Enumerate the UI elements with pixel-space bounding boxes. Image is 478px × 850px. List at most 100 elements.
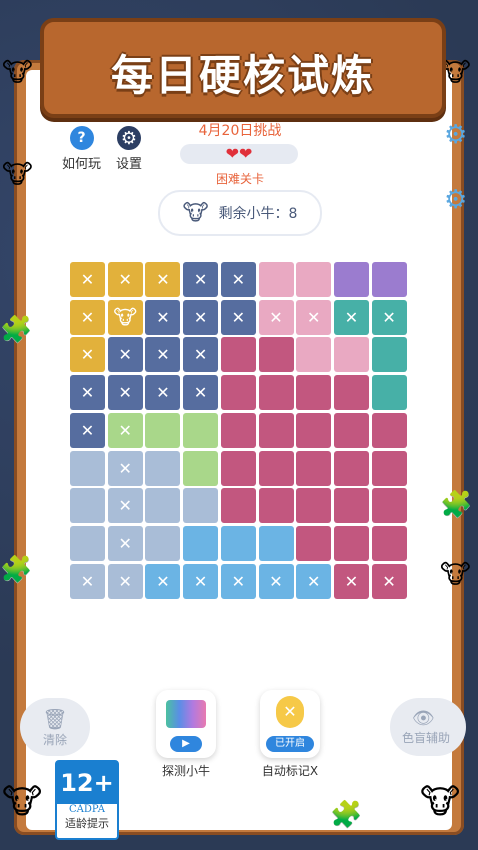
page-title: 每日硬核试炼	[110, 51, 375, 100]
grid-cell[interactable]	[220, 450, 256, 486]
cow-icon: 🐮	[2, 160, 33, 190]
grid-cell[interactable]	[371, 262, 407, 297]
grid-cell[interactable]	[145, 412, 181, 448]
grid-cell[interactable]: ✕	[145, 337, 181, 373]
grid-cell[interactable]: ✕	[333, 299, 369, 335]
grid-cell[interactable]: ✕	[296, 563, 332, 599]
grid-cell[interactable]	[371, 488, 407, 524]
grid-cell[interactable]	[333, 450, 369, 486]
grid-cell[interactable]	[258, 525, 294, 561]
grid-cell[interactable]: ✕	[107, 375, 143, 411]
grid-cell[interactable]	[296, 375, 332, 411]
grid-cell[interactable]: ✕	[70, 563, 105, 599]
grid-cell[interactable]	[183, 525, 219, 561]
grid-cell[interactable]	[296, 262, 332, 297]
grid-cell[interactable]	[296, 337, 332, 373]
grid-cell[interactable]	[258, 375, 294, 411]
grid-cell[interactable]	[258, 337, 294, 373]
grid-cell[interactable]: ✕	[258, 563, 294, 599]
grid-cell[interactable]	[333, 412, 369, 448]
how-to-play-button[interactable]: ? 如何玩	[62, 126, 101, 172]
auto-mark-button[interactable]: ✕ 已开启 自动标记X	[260, 690, 320, 779]
grid-cell[interactable]	[296, 525, 332, 561]
grid-cell[interactable]: ✕	[70, 262, 105, 297]
grid-cell[interactable]	[220, 525, 256, 561]
grid-cell[interactable]	[333, 525, 369, 561]
grid-cell[interactable]: ✕	[70, 375, 105, 411]
grid-cell[interactable]	[296, 488, 332, 524]
grid-cell[interactable]	[220, 412, 256, 448]
grid-cell[interactable]	[371, 337, 407, 373]
grid-cell[interactable]: ✕	[107, 337, 143, 373]
grid-cell[interactable]: ✕	[107, 450, 143, 486]
grid-cell[interactable]	[220, 337, 256, 373]
grid-cell[interactable]	[183, 450, 219, 486]
grid-cell[interactable]	[220, 375, 256, 411]
grid-cell[interactable]	[183, 412, 219, 448]
grid-cell[interactable]	[371, 375, 407, 411]
grid-cell[interactable]	[220, 488, 256, 524]
grid-cell[interactable]	[258, 488, 294, 524]
grid-cell[interactable]	[183, 488, 219, 524]
grid-cell[interactable]	[70, 488, 105, 524]
grid-cell[interactable]: ✕	[70, 337, 105, 373]
x-mark-icon: ✕	[382, 307, 396, 327]
grid-cell[interactable]	[258, 450, 294, 486]
x-mark-icon: ✕	[80, 420, 95, 440]
grid-cell[interactable]	[70, 525, 105, 561]
grid-cell[interactable]	[296, 412, 332, 448]
detect-cow-button[interactable]: ▶ 探测小牛	[156, 690, 216, 779]
grid-cell[interactable]	[371, 450, 407, 486]
grid-cell[interactable]: ✕	[183, 262, 219, 297]
cow-icon: 🐮	[2, 58, 33, 88]
grid-cell[interactable]	[258, 262, 294, 297]
x-mark-icon: ✕	[156, 345, 170, 365]
grid-cell[interactable]: ✕	[183, 337, 219, 373]
eye-icon: 👁	[412, 708, 435, 729]
grid-cell[interactable]: ✕	[145, 563, 181, 599]
grid-cell[interactable]: ✕	[107, 412, 143, 448]
grid-cell[interactable]: ✕	[107, 488, 143, 524]
grid-cell[interactable]	[333, 262, 369, 297]
grid-cell[interactable]	[333, 375, 369, 411]
colorblind-button[interactable]: 👁 色盲辅助	[390, 698, 466, 756]
grid-cell[interactable]	[70, 450, 105, 486]
grid-cell[interactable]: ✕	[145, 262, 181, 297]
grid-cell[interactable]	[371, 412, 407, 448]
grid-cell[interactable]	[333, 337, 369, 373]
clear-button[interactable]: 🗑 清除	[20, 698, 90, 756]
grid-cell[interactable]: 🐮	[107, 299, 143, 335]
grid-cell[interactable]	[371, 525, 407, 561]
x-mark-icon: ✕	[306, 307, 321, 327]
grid-cell[interactable]: ✕	[258, 299, 294, 335]
grid-cell[interactable]: ✕	[371, 563, 407, 599]
grid-cell[interactable]	[296, 450, 332, 486]
grid-cell[interactable]: ✕	[183, 375, 219, 411]
grid-cell[interactable]	[333, 488, 369, 524]
grid-cell[interactable]: ✕	[220, 262, 256, 297]
x-mark-icon: ✕	[80, 270, 95, 289]
grid-cell[interactable]: ✕	[70, 412, 105, 448]
x-mark-icon: ✕	[306, 571, 321, 591]
grid-cell[interactable]: ✕	[70, 299, 105, 335]
grid-cell[interactable]: ✕	[183, 563, 219, 599]
grid-cell[interactable]	[145, 488, 181, 524]
grid-cell[interactable]	[145, 525, 181, 561]
grid-cell[interactable]	[258, 412, 294, 448]
difficulty-label: 困难关卡	[215, 172, 264, 186]
grid-cell[interactable]: ✕	[145, 299, 181, 335]
x-mark-icon: ✕	[156, 571, 170, 591]
grid-cell[interactable]: ✕	[296, 299, 332, 335]
grid-cell[interactable]: ✕	[220, 299, 256, 335]
grid-cell[interactable]	[145, 450, 181, 486]
grid-cell[interactable]: ✕	[183, 299, 219, 335]
grid-cell[interactable]: ✕	[107, 525, 143, 561]
grid-cell[interactable]: ✕	[371, 299, 407, 335]
grid-cell[interactable]: ✕	[333, 563, 369, 599]
grid-cell[interactable]: ✕	[107, 262, 143, 297]
settings-button[interactable]: ⚙ 设置	[116, 126, 142, 172]
grid-cell[interactable]: ✕	[220, 563, 256, 599]
grid-cell[interactable]: ✕	[107, 563, 143, 599]
x-mark-icon: ✕	[156, 307, 170, 327]
grid-cell[interactable]: ✕	[145, 375, 181, 411]
